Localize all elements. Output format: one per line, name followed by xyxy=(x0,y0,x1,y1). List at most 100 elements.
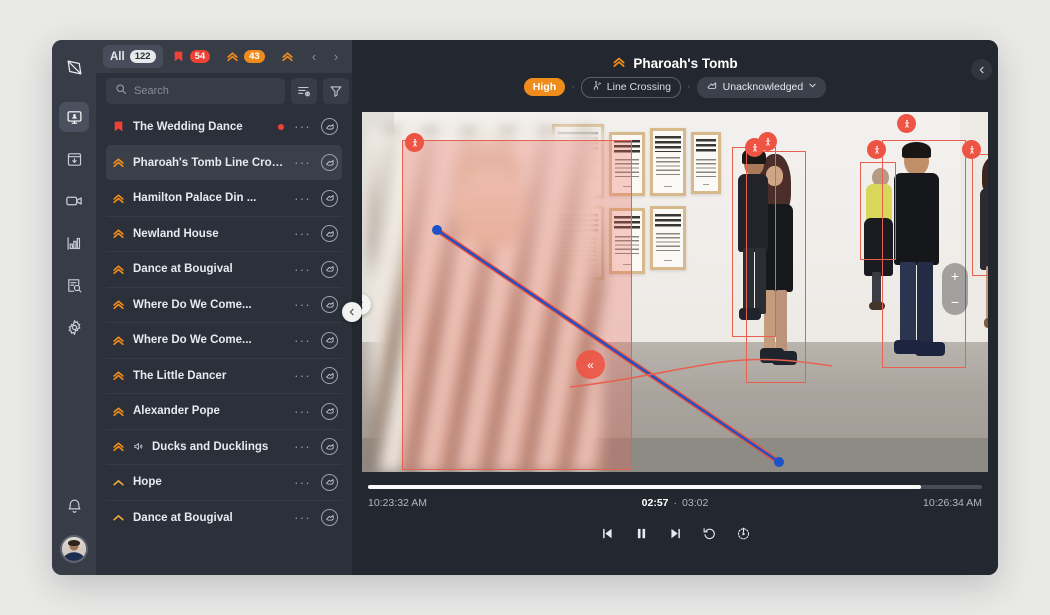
zoom-in-button[interactable]: + xyxy=(951,269,959,283)
acknowledge-button[interactable] xyxy=(321,118,338,136)
avatar[interactable] xyxy=(60,535,88,563)
filter-tab-label: All xyxy=(110,50,125,63)
gem-logo-icon[interactable] xyxy=(59,52,89,82)
sidebar-item-investigate[interactable] xyxy=(59,270,89,300)
search-input[interactable] xyxy=(106,78,285,104)
priority-badge[interactable]: High xyxy=(523,78,566,96)
row-menu-button[interactable]: ··· xyxy=(292,333,313,348)
filter-tab-high[interactable]: 43 xyxy=(219,45,272,68)
alert-list-item[interactable]: Dance at Bougival ··· xyxy=(106,251,342,287)
acknowledge-button[interactable] xyxy=(321,154,338,172)
alert-list-item[interactable]: Where Do We Come... ··· xyxy=(106,322,342,358)
alert-list-item[interactable]: Newland House ··· xyxy=(106,215,342,252)
sidebar-item-settings[interactable] xyxy=(59,312,89,342)
meta-separator-2: · xyxy=(686,81,691,93)
funnel-filter-icon[interactable] xyxy=(323,78,349,104)
alert-list[interactable]: The Wedding Dance ··· Pharoah's Tomb Line … xyxy=(96,109,352,575)
alert-list-item[interactable]: Alexander Pope ··· xyxy=(106,393,342,429)
filter-pager: ‹ › xyxy=(304,46,348,68)
acknowledge-button[interactable] xyxy=(321,509,338,527)
filter-next-button[interactable]: › xyxy=(326,46,346,68)
row-menu-button[interactable]: ··· xyxy=(292,404,313,419)
notifications-bell-icon[interactable] xyxy=(59,491,89,521)
event-type-badge[interactable]: Line Crossing xyxy=(580,76,681,98)
filter-tab-medium[interactable] xyxy=(274,45,301,68)
detection-badge[interactable] xyxy=(962,140,981,159)
status-badge[interactable]: Unacknowledged xyxy=(696,76,827,98)
live-indicator-dot xyxy=(278,123,285,130)
acknowledge-button[interactable] xyxy=(321,438,338,456)
zoom-control[interactable]: + − xyxy=(942,263,968,315)
filter-tab-all[interactable]: All 122 xyxy=(103,45,163,68)
alert-name: Dance at Bougival xyxy=(133,511,233,524)
alert-name: Where Do We Come... xyxy=(133,298,252,311)
video-player[interactable]: « + − xyxy=(362,112,988,472)
row-menu-button[interactable]: ··· xyxy=(292,475,313,490)
alert-name: Hope xyxy=(133,476,162,489)
acknowledge-button[interactable] xyxy=(321,225,338,243)
acknowledge-button[interactable] xyxy=(321,331,338,349)
video-scene xyxy=(362,112,988,472)
skip-forward-icon[interactable] xyxy=(668,526,683,541)
alert-detail-panel: Pharoah's Tomb High · Line Crossing · Un… xyxy=(352,40,998,575)
row-menu-button[interactable]: ··· xyxy=(292,297,313,312)
collapse-panel-button[interactable] xyxy=(971,59,992,80)
filter-prev-button[interactable]: ‹ xyxy=(304,46,324,68)
acknowledge-button[interactable] xyxy=(321,296,338,314)
pause-icon[interactable] xyxy=(634,526,649,541)
sidebar-item-alerts[interactable] xyxy=(59,102,89,132)
page-title: Pharoah's Tomb xyxy=(612,55,738,72)
row-menu-button[interactable]: ··· xyxy=(292,439,313,454)
alert-name: Newland House xyxy=(133,227,219,240)
alert-list-item[interactable]: The Wedding Dance ··· xyxy=(106,109,342,145)
search-field[interactable] xyxy=(134,85,276,97)
timeline-progress xyxy=(368,485,921,489)
clock-play-icon[interactable] xyxy=(736,526,751,541)
alert-list-item[interactable]: Where Do We Come... ··· xyxy=(106,286,342,323)
high-chevrons-icon xyxy=(612,55,626,72)
alert-list-item[interactable]: Dance at Bougival ··· xyxy=(106,499,342,536)
high-severity-icon xyxy=(112,440,125,453)
sort-settings-icon[interactable] xyxy=(291,78,317,104)
sidebar-item-analytics[interactable] xyxy=(59,228,89,258)
timeline-scrubber[interactable] xyxy=(368,485,982,489)
line-crossing-icon xyxy=(591,80,602,94)
alert-list-item[interactable]: Ducks and Ducklings ··· xyxy=(106,428,342,465)
row-menu-button[interactable]: ··· xyxy=(292,191,313,206)
zoom-out-button[interactable]: − xyxy=(951,295,959,309)
collapse-list-button[interactable] xyxy=(342,302,362,322)
alert-list-item[interactable]: Pharoah's Tomb Line Cross ··· xyxy=(106,144,342,180)
acknowledge-button[interactable] xyxy=(321,189,338,207)
detection-badge[interactable] xyxy=(897,114,916,133)
total-time: 03:02 xyxy=(682,497,709,509)
alert-list-item[interactable]: Hamilton Palace Din ... ··· xyxy=(106,180,342,216)
acknowledge-button[interactable] xyxy=(321,367,338,385)
acknowledge-button[interactable] xyxy=(321,473,338,491)
time-row: 10:23:32 AM 02:57 · 03:02 10:26:34 AM xyxy=(368,497,982,509)
acknowledge-button[interactable] xyxy=(321,402,338,420)
row-menu-button[interactable]: ··· xyxy=(292,510,313,525)
rewind-chip-button[interactable]: « xyxy=(576,350,605,379)
row-menu-button[interactable]: ··· xyxy=(292,368,313,383)
filter-tab-crit[interactable]: 54 xyxy=(165,45,218,68)
row-menu-button[interactable]: ··· xyxy=(292,262,313,277)
skip-back-icon[interactable] xyxy=(600,526,615,541)
alert-list-item[interactable]: The Little Dancer ··· xyxy=(106,357,342,394)
detection-badge[interactable] xyxy=(405,133,424,152)
person-man-background xyxy=(734,148,776,338)
rotate-ccw-icon[interactable] xyxy=(702,526,717,541)
critical-flag-icon xyxy=(172,50,185,63)
row-menu-button[interactable]: ··· xyxy=(292,155,313,170)
alert-list-item[interactable]: Hope ··· xyxy=(106,464,342,500)
detection-badge[interactable] xyxy=(758,132,777,151)
row-menu-button[interactable]: ··· xyxy=(292,119,313,134)
high-severity-icon xyxy=(112,227,125,240)
sidebar-item-cameras[interactable] xyxy=(59,186,89,216)
person-right-edge xyxy=(974,156,988,356)
row-menu-button[interactable]: ··· xyxy=(292,226,313,241)
acknowledge-button[interactable] xyxy=(321,260,338,278)
detection-badge[interactable] xyxy=(867,140,886,159)
sidebar-item-archive[interactable] xyxy=(59,144,89,174)
medium-chevrons-icon xyxy=(281,50,294,63)
transport-controls: 10:23:32 AM 02:57 · 03:02 10:26:34 AM xyxy=(352,472,998,575)
